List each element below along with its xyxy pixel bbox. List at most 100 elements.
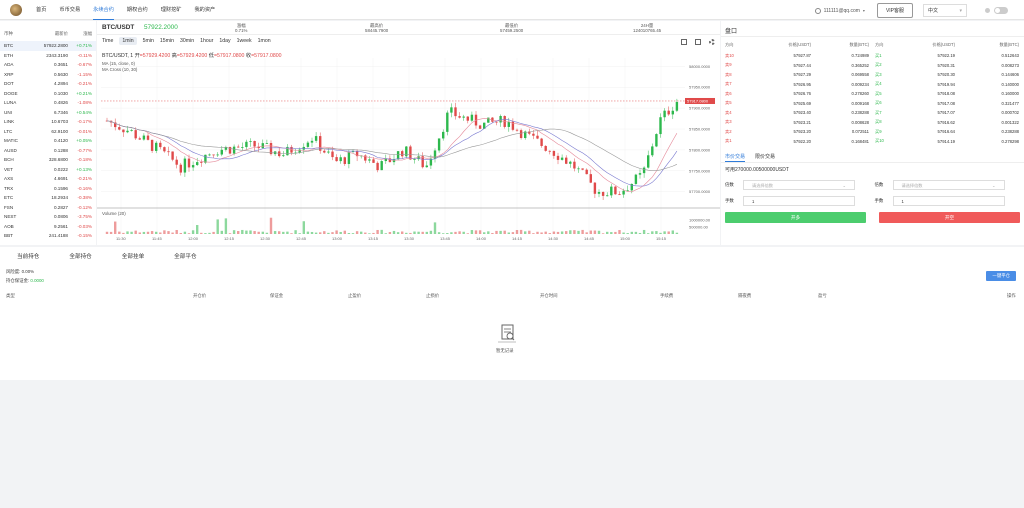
market-row-etc[interactable]: ETC 18.2934 -0.38% [0, 193, 96, 203]
volume-bar [114, 221, 117, 234]
theme-toggle[interactable] [994, 7, 1008, 14]
vip-support-button[interactable]: VIP客服 [876, 3, 913, 18]
interval-15min[interactable]: 15min [160, 38, 174, 44]
tab-all-closed[interactable]: 全部平仓 [174, 252, 196, 261]
volume-bar [483, 232, 486, 234]
market-row-bch[interactable]: BCH 328.6800 -0.18% [0, 155, 96, 165]
market-row-axs[interactable]: AXS 4.6691 -0.21% [0, 174, 96, 184]
orderbook-row[interactable]: 卖7 57926.95 0.009234 买4 57919.94 0.140000 [721, 80, 1024, 90]
market-row-vet[interactable]: VET 0.0222 +0.13% [0, 165, 96, 175]
market-row-nest[interactable]: NEST 0.0806 -3.75% [0, 212, 96, 222]
language-select[interactable]: 中文 ▾ [923, 4, 967, 17]
buy-price: 57920.30 [937, 72, 955, 78]
candle-body [401, 151, 404, 157]
candle-body [642, 167, 646, 174]
nav-spot[interactable]: 币币交易 [59, 0, 80, 19]
site-logo[interactable] [10, 3, 22, 16]
interval-1hour[interactable]: 1hour [200, 38, 213, 44]
tab-all-orders[interactable]: 全部挂单 [122, 252, 144, 261]
open-long-button[interactable]: 开多 [725, 212, 866, 223]
candle-body [232, 146, 236, 154]
hand-label: 手数 [725, 198, 734, 203]
tab-current-positions[interactable]: 当前持仓 [17, 252, 39, 261]
tab-all-positions[interactable]: 全部持仓 [69, 252, 91, 261]
interval-30min[interactable]: 30min [180, 38, 194, 44]
market-row-xrp[interactable]: XRP 0.5630 -1.15% [0, 70, 96, 80]
volume-bar [577, 230, 580, 234]
buy-leverage-select[interactable]: 请选择倍数 ⌄ [743, 180, 855, 190]
market-row-eth[interactable]: ETH 2343.3190 -0.11% [0, 51, 96, 61]
market-row-dot[interactable]: DOT 4.2894 -0.21% [0, 79, 96, 89]
buy-side: 买2 [875, 62, 882, 68]
tab-market-order[interactable]: 市价交易 [725, 153, 746, 162]
orderbook-row[interactable]: 卖4 57923.40 0.238288 买7 57917.07 0.000702 [721, 108, 1024, 118]
orderbook-row[interactable]: 卖9 57927.44 0.365252 买2 57920.31 0.008273 [721, 61, 1024, 71]
orderbook-row[interactable]: 卖1 57922.20 0.168481 买10 57914.19 0.278298 [721, 137, 1024, 147]
candle-body [442, 131, 445, 139]
volume-bar [417, 231, 420, 234]
buy-hand-input[interactable]: 1 [743, 196, 855, 206]
market-row-ada[interactable]: ADA 0.3651 -0.67% [0, 60, 96, 70]
col-sell-side: 方向 [725, 42, 734, 47]
stat-low: 最低价 57459.2500 [500, 23, 523, 33]
tab-limit-order[interactable]: 限价交易 [755, 153, 775, 162]
close-all-button[interactable]: 一键平仓 [986, 271, 1016, 281]
market-row-link[interactable]: LINK 10.6703 -0.17% [0, 117, 96, 127]
nav-assets[interactable]: 我的资产 [194, 0, 215, 19]
volume-bar [335, 230, 338, 234]
interval-1min[interactable]: 1min [119, 37, 137, 45]
orderbook-row[interactable]: 卖6 57926.76 0.278260 买5 57918.08 0.160000 [721, 89, 1024, 99]
sell-hand-input[interactable]: 1 [892, 196, 1005, 206]
market-symbol: LINK [4, 119, 15, 125]
orderbook-row[interactable]: 卖2 57923.20 0.072511 买9 57916.64 0.238288 [721, 127, 1024, 137]
market-row-ausd[interactable]: AUSD 0.1288 -0.77% [0, 146, 96, 156]
screenshot-icon[interactable] [695, 39, 701, 45]
orderbook-row[interactable]: 卖10 57927.87 0.724989 买1 57922.19 0.512643 [721, 51, 1024, 61]
sell-qty: 0.278260 [851, 91, 869, 97]
market-row-doge[interactable]: DOGE 0.1030 +0.21% [0, 89, 96, 99]
orderbook-row[interactable]: 卖8 57927.29 0.069558 买3 57920.30 0.144606 [721, 70, 1024, 80]
nav-options[interactable]: 期权合约 [127, 0, 148, 19]
market-row-matic[interactable]: MATIC 0.4120 +0.05% [0, 136, 96, 146]
stat-high: 最高价 58445.7900 [365, 23, 388, 33]
gear-icon[interactable] [709, 39, 715, 45]
volume-bar [372, 232, 375, 234]
sell-qty: 0.724989 [851, 53, 869, 59]
candlestick-chart[interactable]: 58000.0000 57950.0000 57900.0000 57850.0000… [97, 48, 720, 245]
candle-body [577, 168, 580, 170]
candle-body [396, 151, 400, 160]
interval-1mon[interactable]: 1mon [258, 38, 271, 44]
candle-body [515, 129, 519, 131]
nav-home[interactable]: 首页 [36, 0, 46, 19]
candle-body [573, 161, 576, 169]
volume-bar [622, 232, 625, 234]
orderbook-row[interactable]: 卖3 57923.21 0.008628 买8 57916.62 0.001322 [721, 118, 1024, 128]
market-row-bbt[interactable]: BBT 241.4188 -0.15% [0, 231, 96, 241]
market-price: 9.2561 [53, 223, 68, 229]
market-row-fsn[interactable]: FSN 0.2827 -0.12% [0, 203, 96, 213]
candle-body [265, 142, 269, 144]
volume-bar [150, 231, 154, 234]
sun-icon [985, 8, 990, 13]
market-row-trx[interactable]: TRX 0.1596 -0.16% [0, 184, 96, 194]
user-account[interactable]: 111111@qq.com [824, 8, 860, 14]
market-row-uni[interactable]: UNI 6.7346 +0.54% [0, 108, 96, 118]
fullscreen-icon[interactable] [681, 39, 687, 45]
last-price-label: 57917.0800 [687, 98, 709, 103]
market-row-aob[interactable]: AOB 9.2561 -0.03% [0, 222, 96, 232]
nav-perpetual[interactable]: 永续合约 [93, 0, 114, 20]
interval-1day[interactable]: 1day [219, 38, 230, 44]
sell-leverage-select[interactable]: 请选择倍数 ⌄ [892, 180, 1005, 190]
candle-body [138, 138, 141, 140]
open-short-button[interactable]: 开空 [879, 212, 1020, 223]
orderbook-row[interactable]: 卖5 57925.69 0.009168 买6 57917.08 0.321477 [721, 99, 1024, 109]
market-row-btc[interactable]: BTC 57922.2800 +0.71% [0, 41, 96, 51]
market-row-ltc[interactable]: LTC 62.9100 -0.01% [0, 127, 96, 137]
market-row-luna[interactable]: LUNA 0.4826 -1.08% [0, 98, 96, 108]
market-symbol: BBT [4, 233, 13, 239]
candle-body [581, 168, 584, 170]
nav-mining[interactable]: 理财挖矿 [161, 0, 182, 19]
interval-1week[interactable]: 1week [237, 38, 252, 44]
interval-5min[interactable]: 5min [143, 38, 154, 44]
chart-tools [681, 39, 715, 45]
